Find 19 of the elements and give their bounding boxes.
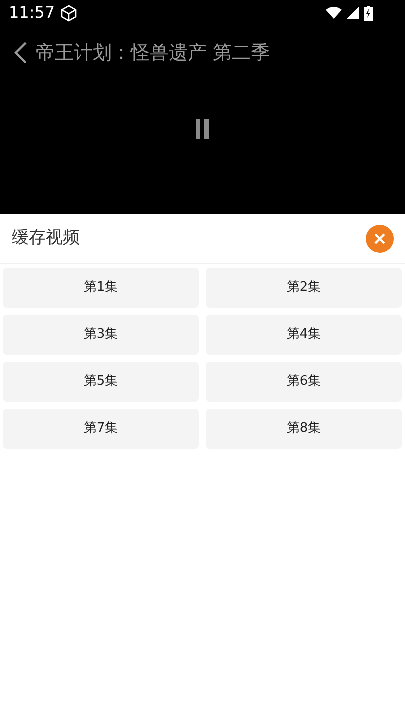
video-title: 帝王计划：怪兽遗产 第二季 [36,40,270,66]
close-button[interactable] [366,224,394,252]
episode-button[interactable]: 第6集 [206,362,402,402]
episode-button[interactable]: 第8集 [206,409,402,449]
episode-button[interactable]: 第2集 [206,268,402,308]
battery-charging-icon [364,6,373,20]
pause-icon[interactable] [196,119,209,139]
cube-icon [61,4,78,22]
back-icon[interactable] [14,42,28,64]
episode-button[interactable]: 第4集 [206,315,402,355]
episode-button[interactable]: 第1集 [3,268,199,308]
clock-time: 11:57 [9,2,56,24]
episode-button[interactable]: 第7集 [3,409,199,449]
close-icon [374,232,386,244]
wifi-icon [326,7,342,19]
episode-button[interactable]: 第5集 [3,362,199,402]
signal-icon [347,7,359,19]
episode-button[interactable]: 第3集 [3,315,199,355]
sheet-title: 缓存视频 [12,226,80,250]
